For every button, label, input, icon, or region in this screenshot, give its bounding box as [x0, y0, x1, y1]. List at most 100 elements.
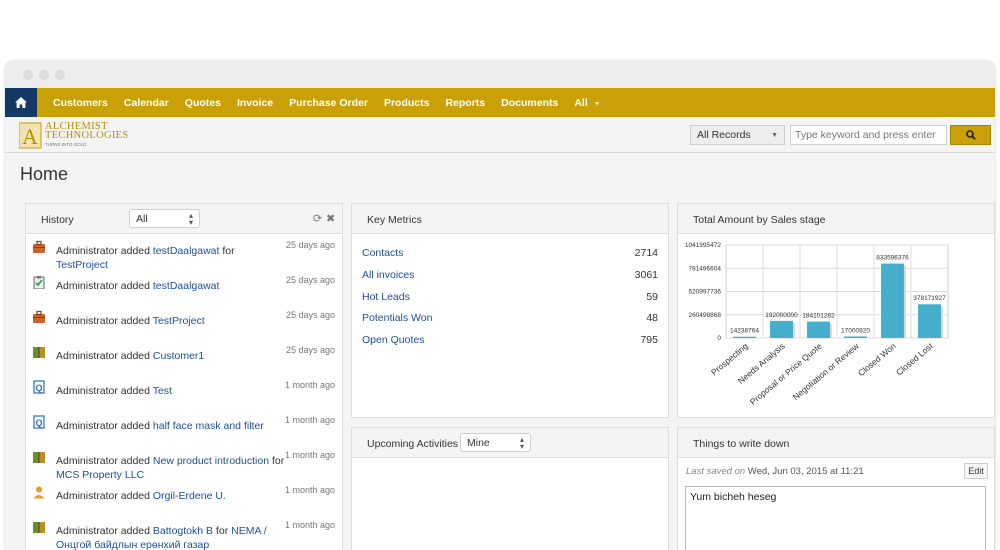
history-item-link[interactable]: New product introduction — [153, 455, 269, 467]
user-icon — [33, 486, 45, 499]
history-item-time: 1 month ago — [284, 450, 335, 460]
metric-value: 795 — [640, 334, 658, 346]
history-item: Q Administrator added half face mask and … — [26, 410, 342, 445]
metric-value: 2714 — [634, 247, 658, 259]
chart-x-tick-label: Proposal or Price Quote — [748, 341, 824, 407]
nav-calendar[interactable]: Calendar — [116, 97, 177, 109]
history-item-link[interactable]: Orgil-Erdene U. — [153, 490, 226, 502]
history-item-time: 1 month ago — [284, 520, 335, 530]
history-item-link[interactable]: Battogtokh B — [153, 525, 213, 537]
home-button[interactable] — [5, 88, 37, 117]
history-item-link[interactable]: Customer1 — [153, 350, 204, 362]
history-item-link[interactable]: Test — [153, 385, 172, 397]
history-item-link[interactable]: TestProject — [153, 315, 205, 327]
metric-value: 3061 — [634, 269, 658, 281]
search-scope-select[interactable]: All Records ▼ — [690, 125, 785, 145]
nav-all[interactable]: All ▼ — [566, 97, 608, 109]
updown-arrows-icon: ▴ ▾ — [188, 210, 193, 227]
history-item-text: Administrator added testDaalgawat — [56, 279, 286, 293]
chart-data-label: 17000920 — [841, 327, 870, 334]
metric-label[interactable]: Hot Leads — [362, 291, 410, 303]
nav-documents[interactable]: Documents — [493, 97, 566, 109]
metric-label[interactable]: Potentials Won — [362, 312, 432, 324]
company-logo[interactable]: A ALCHEMIST TECHNOLOGIES TURNS INTO GOLD — [18, 121, 169, 150]
nav-all-label: All — [574, 96, 588, 109]
history-item-connector: for — [269, 455, 285, 467]
briefcase-icon — [33, 310, 45, 323]
upcoming-activities-panel: Upcoming Activities Mine ▴ ▾ — [351, 427, 669, 550]
history-filter-value: All — [136, 212, 148, 225]
key-metrics-title: Key Metrics — [367, 214, 422, 226]
refresh-icon[interactable]: ⟳ — [313, 212, 322, 225]
book-icon — [33, 452, 45, 463]
history-item-prefix: Administrator added — [56, 525, 153, 537]
history-item-time: 25 days ago — [285, 310, 335, 320]
logo-text-2: TECHNOLOGIES — [45, 130, 129, 141]
metric-label[interactable]: Open Quotes — [362, 334, 424, 346]
search-button[interactable] — [950, 125, 991, 145]
history-item: Administrator added Orgil-Erdene U. 1 mon… — [26, 480, 342, 515]
nav-quotes[interactable]: Quotes — [177, 97, 229, 109]
history-item-link[interactable]: half face mask and filter — [153, 420, 264, 432]
sales-stage-header: Total Amount by Sales stage — [678, 204, 994, 234]
upcoming-activities-header: Upcoming Activities Mine ▴ ▾ — [352, 428, 668, 458]
main-nav: Customers Calendar Quotes Invoice Purcha… — [5, 88, 995, 117]
history-item-prefix: Administrator added — [56, 245, 153, 257]
history-item-text: Administrator added Orgil-Erdene U. — [56, 489, 286, 503]
nav-reports[interactable]: Reports — [437, 97, 493, 109]
history-item-prefix: Administrator added — [56, 420, 153, 432]
svg-text:Q: Q — [35, 383, 42, 393]
chart-data-label: 14238764 — [730, 328, 759, 335]
history-item-link[interactable]: testDaalgawat — [153, 245, 220, 257]
search-icon — [965, 130, 976, 140]
book-icon — [33, 522, 45, 533]
quote-icon: Q — [33, 415, 45, 429]
history-item-text: Administrator added half face mask and f… — [56, 419, 286, 433]
quote-icon: Q — [33, 380, 45, 394]
close-icon[interactable]: ✖ — [326, 212, 335, 225]
metric-row: All invoices 3061 — [362, 269, 658, 285]
history-filter-select[interactable]: All ▴ ▾ — [129, 209, 200, 228]
history-item-time: 25 days ago — [285, 275, 335, 285]
metric-label[interactable]: All invoices — [362, 269, 415, 281]
svg-text:Q: Q — [35, 418, 42, 428]
metric-label[interactable]: Contacts — [362, 247, 403, 259]
history-item-link[interactable]: testDaalgawat — [153, 280, 220, 292]
notes-panel: Things to write down Last saved on Wed, … — [677, 427, 995, 550]
clipboard-icon — [33, 276, 45, 289]
history-item-prefix: Administrator added — [56, 490, 153, 502]
history-item-time: 1 month ago — [284, 380, 335, 390]
history-item-text: Administrator added Test — [56, 384, 286, 398]
chart-y-tick-label: 0 — [717, 335, 721, 342]
nav-invoice[interactable]: Invoice — [229, 97, 281, 109]
chart-data-label: 192000000 — [765, 312, 798, 319]
key-metrics-panel: Key Metrics Contacts 2714 All invoices 3… — [351, 203, 669, 418]
history-item-text: Administrator added TestProject — [56, 314, 286, 328]
briefcase-icon — [33, 240, 45, 253]
nav-customers[interactable]: Customers — [45, 97, 116, 109]
history-item-connector: for — [213, 525, 232, 537]
nav-purchase-order[interactable]: Purchase Order — [281, 97, 376, 109]
history-item: Administrator added TestProject 25 days a… — [26, 305, 342, 340]
metric-row: Contacts 2714 — [362, 247, 658, 263]
edit-button[interactable]: Edit — [964, 463, 988, 479]
search-input[interactable] — [790, 125, 947, 145]
history-item-connector: for — [219, 245, 235, 257]
header-bar: A ALCHEMIST TECHNOLOGIES TURNS INTO GOLD… — [5, 117, 995, 153]
home-icon — [15, 97, 27, 108]
browser-window: Customers Calendar Quotes Invoice Purcha… — [5, 61, 995, 550]
sales-stage-chart: 0 260498868 520997736 781496604 1041995472 14… — [685, 242, 949, 407]
history-item: Q Administrator added Test 1 month ago — [26, 375, 342, 410]
window-dot-close[interactable] — [23, 70, 33, 80]
metric-value: 48 — [646, 312, 658, 324]
notes-textarea[interactable]: Yum bicheh heseg — [685, 486, 986, 550]
window-dot-minimize[interactable] — [39, 70, 49, 80]
window-dot-maximize[interactable] — [55, 70, 65, 80]
window-titlebar — [5, 61, 995, 88]
chart-x-tick-label: Closed Won — [856, 341, 898, 378]
nav-products[interactable]: Products — [376, 97, 438, 109]
activities-filter-select[interactable]: Mine ▴ ▾ — [460, 433, 531, 452]
upcoming-activities-title: Upcoming Activities — [367, 438, 459, 450]
caret-down-icon: ▼ — [593, 100, 601, 108]
book-icon — [33, 347, 45, 358]
